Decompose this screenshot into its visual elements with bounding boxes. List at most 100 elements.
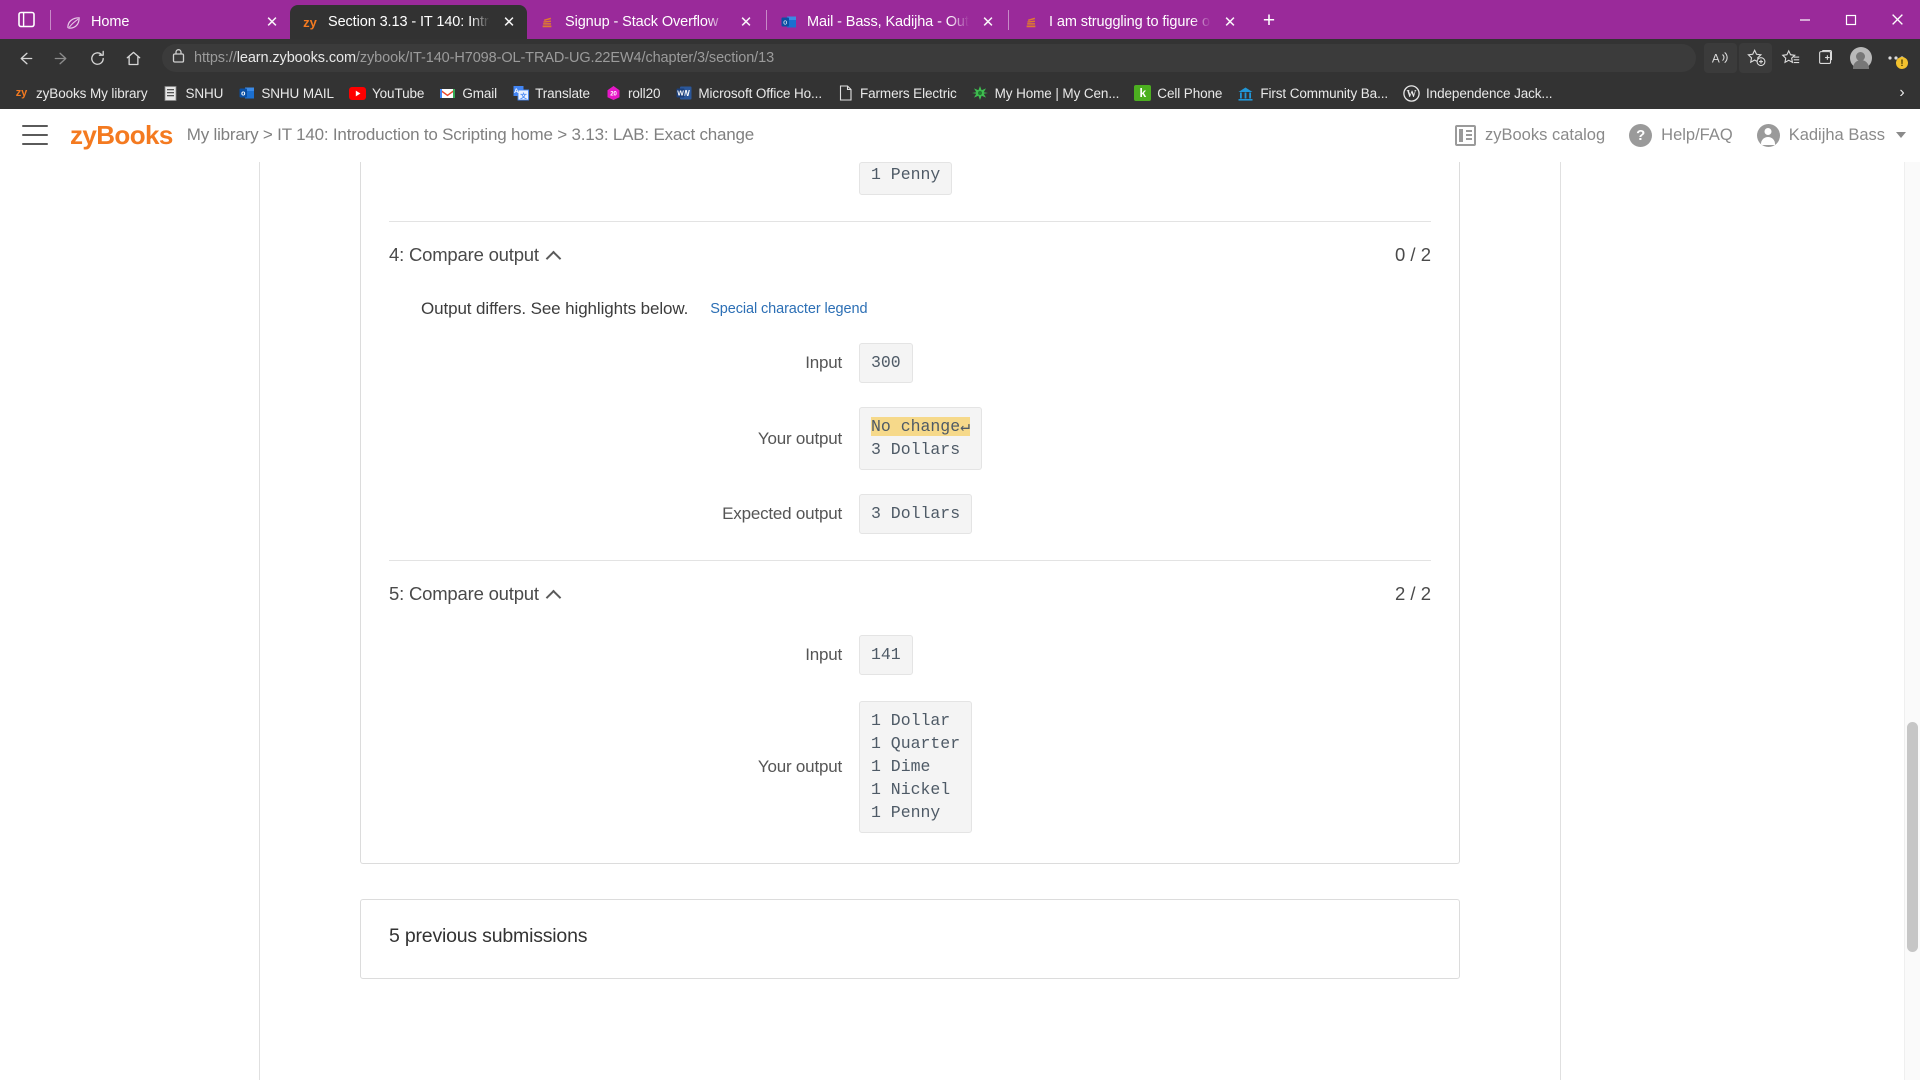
test-4-input-row: Input 300 (389, 343, 1431, 383)
add-favorite-icon[interactable] (1739, 43, 1772, 73)
question-mark-icon: ? (1629, 123, 1653, 147)
browser-tab-stackoverflow-signup[interactable]: Signup - Stack Overflow ✕ (527, 5, 764, 39)
profile-icon[interactable] (1844, 43, 1877, 73)
test-4-expected-output-row: Expected output 3 Dollars (389, 494, 1431, 534)
scrollbar-thumb[interactable] (1907, 722, 1918, 952)
chevron-down-icon (1896, 132, 1906, 138)
tab-close-icon[interactable]: ✕ (1220, 12, 1240, 32)
right-gutter (1560, 162, 1920, 1080)
bookmark-label: My Home | My Cen... (994, 85, 1120, 101)
test-4-title-group[interactable]: 4: Compare output (389, 244, 562, 266)
test-4-header[interactable]: 4: Compare output 0 / 2 (389, 222, 1431, 266)
bookmark-label: SNHU MAIL (261, 85, 334, 101)
svg-text:20: 20 (610, 91, 617, 97)
stackoverflow-icon (1022, 13, 1040, 31)
special-character-legend-link[interactable]: Special character legend (710, 301, 867, 317)
previous-submissions-card[interactable]: 5 previous submissions (360, 899, 1460, 979)
home-icon[interactable] (116, 43, 150, 73)
bookmark-independence-jackson[interactable]: W Independence Jack... (1396, 82, 1559, 105)
right-gutter-inner (1630, 162, 1920, 1080)
tab-title: Mail - Bass, Kadijha - Outlook (807, 14, 969, 30)
test-4-your-output-row: Your output No change↵ 3 Dollars (389, 407, 1431, 470)
zybooks-icon: zy (303, 14, 317, 30)
page-icon (837, 85, 854, 102)
tab-title: Signup - Stack Overflow (565, 14, 719, 30)
browser-tab-zybooks-active[interactable]: zy Section 3.13 - IT 140: Introductio ✕ (290, 5, 527, 39)
back-arrow-icon[interactable] (8, 43, 42, 73)
page-scrollbar[interactable] (1904, 162, 1920, 1080)
tab-strip: Home ✕ zy Section 3.13 - IT 140: Introdu… (0, 0, 1920, 39)
bookmark-label: Independence Jack... (1426, 85, 1553, 101)
stackoverflow-icon (538, 13, 556, 31)
collections-icon[interactable] (1809, 43, 1842, 73)
url-bar[interactable]: https://learn.zybooks.com/zybook/IT-140-… (162, 44, 1696, 72)
bookmark-youtube[interactable]: YouTube (342, 82, 431, 105)
your-output-line-2: 3 Dollars (871, 440, 961, 459)
zybooks-header: zyBooks My library > IT 140: Introductio… (0, 109, 1920, 162)
forward-arrow-icon[interactable] (44, 43, 78, 73)
new-tab-button[interactable]: + (1254, 6, 1284, 36)
outlook-icon: o (238, 85, 255, 102)
bookmark-farmers-electric[interactable]: Farmers Electric (830, 82, 964, 105)
tab-close-icon[interactable]: ✕ (978, 12, 998, 32)
zybooks-catalog-link[interactable]: zyBooks catalog (1455, 124, 1606, 146)
tab-close-icon[interactable]: ✕ (262, 12, 282, 32)
bookmark-my-home-my-center[interactable]: My Home | My Cen... (965, 82, 1127, 105)
input-value-box: 300 (859, 343, 913, 383)
bookmark-cell-phone[interactable]: k Cell Phone (1127, 82, 1229, 104)
refresh-icon[interactable] (80, 43, 114, 73)
bookmark-zybooks-my-library[interactable]: zy zyBooks My library (6, 82, 154, 105)
partial-output-row: 1 Penny (389, 162, 1431, 195)
browser-tab-outlook-mail[interactable]: o Mail - Bass, Kadijha - Outlook ✕ (769, 5, 1006, 39)
bookmark-microsoft-office-home[interactable]: WW Microsoft Office Ho... (668, 82, 829, 105)
browser-tab-stackoverflow-question[interactable]: I am struggling to figure out why ✕ (1011, 5, 1248, 39)
bookmark-gmail[interactable]: Gmail (432, 82, 504, 105)
hamburger-icon[interactable] (22, 125, 48, 145)
input-value-box: 141 (859, 635, 913, 675)
bookmark-snhu[interactable]: SNHU (155, 82, 230, 105)
minimize-button[interactable] (1782, 0, 1828, 39)
tab-close-icon[interactable]: ✕ (736, 12, 756, 32)
svg-text:A: A (1711, 52, 1719, 66)
bookmark-label: roll20 (627, 85, 661, 101)
bookmark-label: Cell Phone (1157, 85, 1223, 101)
lock-icon (172, 48, 185, 68)
left-gutter (0, 162, 260, 1080)
tab-divider (1008, 10, 1009, 30)
maximize-button[interactable] (1828, 0, 1874, 39)
test-5-input-row: Input 141 (389, 635, 1431, 675)
bookmark-roll20[interactable]: 20 roll20 (598, 82, 667, 105)
catalog-label: zyBooks catalog (1485, 125, 1606, 144)
close-window-button[interactable] (1874, 0, 1920, 39)
bookmark-snhu-mail[interactable]: o SNHU MAIL (231, 82, 341, 105)
zybooks-header-actions: zyBooks catalog ? Help/FAQ Kadijha Bass (1455, 123, 1906, 147)
bookmark-label: Farmers Electric (859, 85, 957, 101)
tab-actions-menu-icon[interactable] (4, 0, 48, 39)
avatar (1849, 47, 1872, 69)
browser-tab-home[interactable]: Home ✕ (53, 5, 290, 39)
test-5-header[interactable]: 5: Compare output 2 / 2 (389, 561, 1431, 605)
chevron-up-icon[interactable] (545, 250, 562, 266)
page-content: 1 Penny 4: Compare output 0 / 2 Output d… (0, 162, 1920, 1080)
favorites-list-icon[interactable] (1774, 43, 1807, 73)
zybooks-logo[interactable]: zyBooks (70, 120, 173, 151)
bookmarks-overflow-chevron-icon[interactable]: › (1888, 77, 1916, 109)
your-output-label: Your output (757, 757, 842, 776)
breadcrumb[interactable]: My library > IT 140: Introduction to Scr… (187, 125, 755, 145)
diff-message: Output differs. See highlights below. (421, 299, 689, 318)
catalog-icon (1455, 124, 1476, 146)
bookmark-label: Translate (535, 85, 590, 101)
bookmark-first-community-bank[interactable]: First Community Ba... (1230, 82, 1395, 105)
expected-output-label: Expected output (722, 504, 842, 523)
help-faq-link[interactable]: ? Help/FAQ (1629, 123, 1733, 147)
settings-more-icon[interactable]: ! (1879, 43, 1912, 73)
bookmark-translate[interactable]: A文 Translate (505, 82, 597, 105)
tab-close-icon[interactable]: ✕ (499, 12, 519, 32)
test-4-title: 4: Compare output (389, 244, 539, 265)
test-5-title-group[interactable]: 5: Compare output (389, 583, 562, 605)
user-menu[interactable]: Kadijha Bass (1756, 123, 1906, 147)
wordpress-icon: W (1403, 84, 1420, 102)
read-aloud-icon[interactable]: A (1704, 43, 1737, 73)
tab-divider (50, 10, 51, 30)
chevron-up-icon[interactable] (545, 589, 562, 605)
